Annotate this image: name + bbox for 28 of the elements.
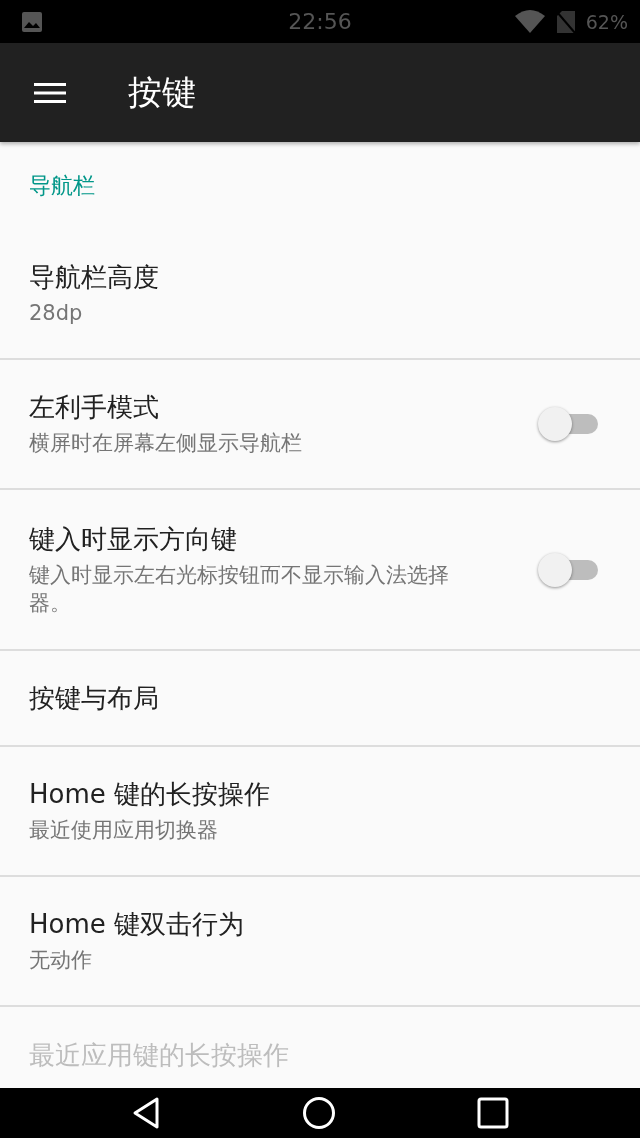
settings-item[interactable]: 导航栏高度 28dp (0, 230, 640, 360)
item-summary: 最近使用应用切换器 (29, 817, 219, 845)
item-summary: 无动作 (29, 947, 93, 975)
settings-item[interactable]: Home 键双击行为 无动作 (0, 877, 640, 1007)
menu-icon[interactable] (34, 81, 66, 104)
item-title: 键入时显示方向键 (29, 522, 238, 556)
item-title: Home 键的长按操作 (29, 778, 272, 812)
clock-time: 22:56 (288, 9, 352, 34)
wifi-icon (513, 9, 546, 34)
item-title: 导航栏高度 (29, 261, 160, 295)
item-summary: 键入时显示左右光标按钮而不显示输入法选择器。 (29, 561, 450, 617)
home-icon[interactable] (302, 1096, 336, 1130)
screen-title: 按键 (128, 70, 196, 114)
settings-item[interactable]: 左利手模式 横屏时在屏幕左侧显示导航栏 (0, 360, 640, 490)
item-title: 左利手模式 (29, 391, 160, 425)
settings-item[interactable]: 键入时显示方向键 键入时显示左右光标按钮而不显示输入法选择器。 (0, 490, 640, 651)
item-summary: 横屏时在屏幕左侧显示导航栏 (29, 430, 303, 458)
battery-percent: 62% (585, 10, 628, 33)
item-summary: 28dp (29, 300, 84, 328)
item-title: 按键与布局 (29, 681, 160, 715)
item-title: 最近应用键的长按操作 (29, 1038, 290, 1072)
no-sim-icon (555, 9, 576, 34)
item-title: Home 键双击行为 (29, 908, 246, 942)
settings-item[interactable]: 按键与布局 (0, 651, 640, 747)
settings-item[interactable]: Home 键的长按操作 最近使用应用切换器 (0, 747, 640, 877)
category-header: 导航栏 (29, 172, 95, 200)
recents-icon[interactable] (477, 1097, 510, 1129)
image-icon (20, 9, 44, 34)
